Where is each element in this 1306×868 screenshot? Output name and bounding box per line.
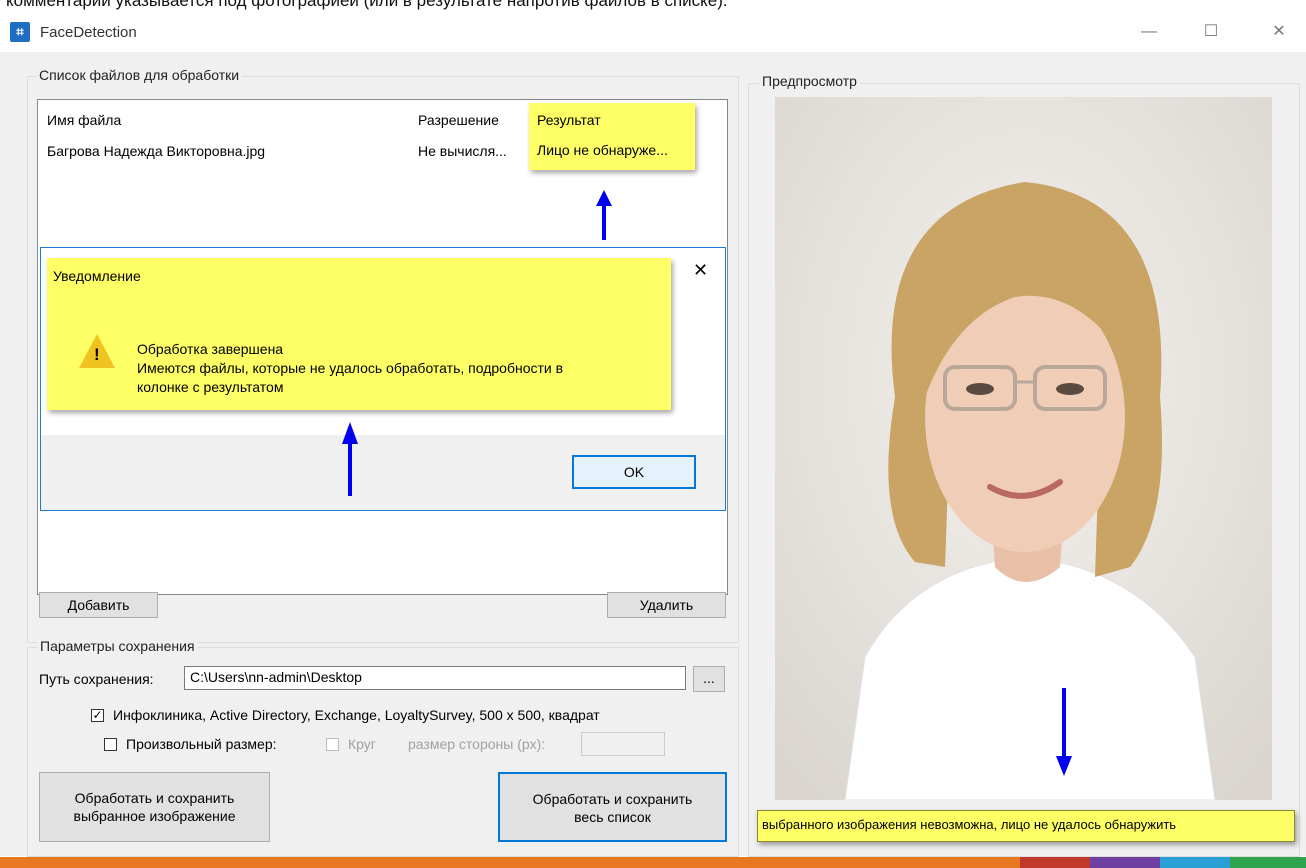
file-list-group-label: Список файлов для обработки	[36, 67, 243, 83]
dialog-line-2: Имеются файлы, которые не удалось обрабо…	[137, 360, 564, 376]
arrow-shaft	[602, 204, 606, 240]
row-result[interactable]: Лицо не обнаруже...	[537, 142, 668, 158]
checkmark-icon: ✓	[92, 708, 103, 722]
save-params-group-label: Параметры сохранения	[37, 638, 198, 654]
side-size-field[interactable]	[581, 732, 665, 756]
circle-checkbox[interactable]	[326, 738, 339, 751]
process-selected-line-1: Обработать и сохранить	[74, 790, 235, 806]
process-all-button[interactable]: Обработать и сохранить весь список	[498, 772, 727, 842]
portrait-photo	[775, 97, 1272, 800]
row-resolution[interactable]: Не вычисля...	[418, 143, 507, 159]
bottom-strip-purple	[1090, 857, 1160, 868]
ok-button[interactable]: OK	[572, 455, 696, 489]
dialog-close-icon[interactable]: ✕	[693, 260, 708, 281]
browse-button[interactable]: ...	[693, 666, 725, 692]
process-selected-button[interactable]: Обработать и сохранить выбранное изображ…	[39, 772, 270, 842]
top-caption: комментарий указывается под фотографией …	[6, 0, 728, 10]
path-field[interactable]: C:\Users\nn-admin\Desktop	[184, 666, 686, 690]
process-all-line-1: Обработать и сохранить	[532, 791, 693, 807]
custom-size-label[interactable]: Произвольный размер:	[126, 736, 277, 752]
result-column-highlight: Результат Лицо не обнаруже...	[529, 103, 695, 170]
title-bar: ⌗ FaceDetection — ☐ ✕	[0, 14, 1306, 52]
bottom-strip-green	[1230, 857, 1306, 868]
path-label: Путь сохранения:	[39, 671, 154, 687]
preset-label[interactable]: Инфоклиника, Active Directory, Exchange,…	[113, 707, 600, 723]
preview-status-highlight: выбранного изображения невозможна, лицо …	[757, 810, 1295, 842]
dialog-line-3: колонке с результатом	[137, 379, 284, 395]
dialog-line-1: Обработка завершена	[137, 341, 284, 357]
window-title: FaceDetection	[40, 24, 137, 41]
app-window: ⌗ FaceDetection — ☐ ✕ Список файлов для …	[0, 14, 1306, 857]
process-all-line-2: весь список	[574, 809, 651, 825]
remove-button[interactable]: Удалить	[607, 592, 726, 618]
process-selected-line-2: выбранное изображение	[73, 808, 236, 824]
preview-status: выбранного изображения невозможна, лицо …	[762, 817, 1177, 832]
preset-checkbox[interactable]: ✓	[91, 709, 104, 722]
maximize-icon[interactable]: ☐	[1196, 20, 1226, 44]
dialog-title: Уведомление	[53, 268, 141, 284]
dialog-message: Обработка завершена Имеются файлы, котор…	[137, 340, 563, 397]
close-icon[interactable]: ✕	[1264, 20, 1294, 44]
column-header-result[interactable]: Результат	[537, 112, 601, 128]
row-filename[interactable]: Багрова Надежда Викторовна.jpg	[47, 143, 265, 159]
warning-mark: !	[94, 345, 100, 364]
preview-image	[775, 97, 1272, 800]
arrow-shaft	[348, 442, 352, 496]
column-header-resolution[interactable]: Разрешение	[418, 112, 499, 128]
app-crop-icon: ⌗	[10, 22, 30, 42]
add-button[interactable]: Добавить	[39, 592, 158, 618]
bottom-strip-orange	[0, 857, 1020, 868]
custom-size-checkbox[interactable]	[104, 738, 117, 751]
circle-label: Круг	[348, 736, 376, 752]
arrow-shaft	[1062, 688, 1066, 758]
side-size-label: размер стороны (px):	[408, 736, 546, 752]
minimize-icon[interactable]: —	[1134, 20, 1164, 44]
bottom-strip-blue	[1160, 857, 1230, 868]
bottom-strip-red	[1020, 857, 1090, 868]
column-header-filename[interactable]: Имя файла	[47, 112, 121, 128]
preview-group-label: Предпросмотр	[759, 73, 860, 89]
dialog-message-highlight: Уведомление ! Обработка завершена Имеютс…	[47, 258, 671, 410]
arrow-down-icon	[1056, 756, 1072, 776]
arrow-up-icon	[342, 422, 358, 444]
